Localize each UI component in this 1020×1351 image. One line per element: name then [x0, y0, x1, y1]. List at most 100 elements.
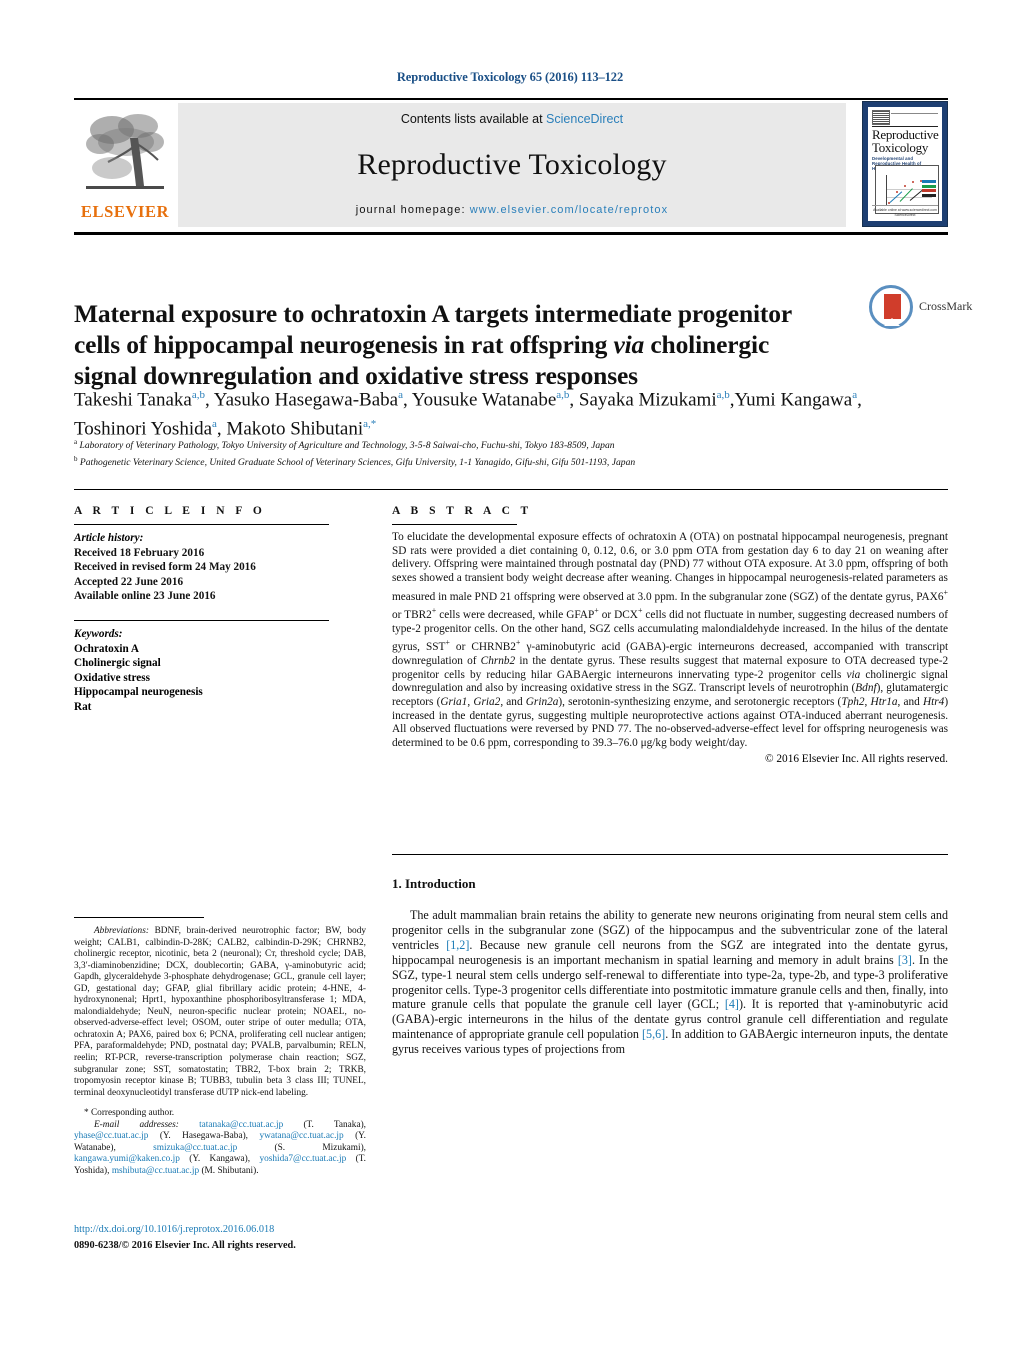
email-link[interactable]: tatanaka@cc.tuat.ac.jp	[199, 1120, 283, 1130]
title-via-italic: via	[613, 330, 645, 360]
abstract-italic-term: Htr1a	[870, 696, 898, 709]
abstract-superscript: +	[445, 638, 450, 648]
article-info-heading: A R T I C L E I N F O	[74, 505, 266, 517]
email-link[interactable]: yhase@cc.tuat.ac.jp	[74, 1131, 148, 1141]
cover-inner: Reproductive Toxicology Developmental an…	[868, 107, 942, 221]
author-affiliation-marker: a,b	[716, 389, 730, 401]
article-history-item: Received in revised form 24 May 2016	[74, 561, 256, 574]
citation-link[interactable]: [1,2]	[446, 938, 469, 952]
sciencedirect-link[interactable]: ScienceDirect	[546, 112, 623, 126]
author-affiliation-marker: a	[212, 418, 217, 431]
title-line-1: Maternal exposure to ochratoxin A target…	[74, 299, 793, 329]
article-history-item: Available online 23 June 2016	[74, 590, 216, 603]
article-history-label: Article history:	[74, 532, 144, 544]
article-history-item: Accepted 22 June 2016	[74, 575, 184, 588]
author-affiliation-marker: a	[398, 389, 403, 401]
abstract-italic-term: Tph2	[841, 696, 865, 709]
article-info-rule	[74, 524, 329, 525]
author-list: Takeshi Tanakaa,b, Yasuko Hasegawa-Babaa…	[74, 389, 862, 440]
page-title: Maternal exposure to ochratoxin A target…	[74, 298, 834, 391]
email-addresses-label: E-mail addresses:	[94, 1119, 179, 1130]
cover-top-line	[891, 113, 938, 114]
email-person: (Y. Hasegawa-Baba),	[148, 1131, 249, 1142]
abstract-italic-term: via	[846, 668, 861, 681]
doi-link[interactable]: http://dx.doi.org/10.1016/j.reprotox.201…	[74, 1224, 274, 1235]
abstract-superscript: +	[943, 587, 948, 597]
abbreviations-text: BDNF, brain-derived neurotrophic factor;…	[74, 926, 366, 1098]
homepage-url-link[interactable]: www.elsevier.com/locate/reprotox	[470, 204, 668, 216]
title-line-2a: cells of hippocampal neurogenesis in rat…	[74, 330, 614, 360]
elsevier-tree-icon	[86, 114, 164, 189]
abstract-superscript: +	[637, 606, 643, 616]
author-affiliation-marker: a,b	[556, 389, 570, 401]
author-name: Sayaka Mizukami	[578, 389, 717, 411]
email-link[interactable]: mshibuta@cc.tuat.ac.jp	[112, 1166, 199, 1176]
email-person: (S. Mizukami),	[237, 1142, 367, 1153]
keyword-item: Ochratoxin A	[74, 642, 139, 655]
affiliation-item: b Pathogenetic Veterinary Science, Unite…	[74, 454, 636, 468]
author-name: Takeshi Tanaka	[74, 389, 192, 411]
cover-figure-legend	[922, 180, 936, 198]
citation-link[interactable]: [4]	[725, 997, 739, 1011]
citation-link[interactable]: [5,6]	[642, 1027, 665, 1041]
title-line-2b: cholinergic	[644, 330, 770, 360]
email-link[interactable]: ywatana@cc.tuat.ac.jp	[259, 1131, 343, 1141]
email-person: (T. Tanaka),	[283, 1119, 366, 1130]
abstract-superscript: +	[594, 606, 599, 616]
keyword-item: Hippocampal neurogenesis	[74, 686, 203, 699]
journal-cover-thumbnail: Reproductive Toxicology Developmental an…	[862, 101, 948, 227]
article-info-column: A R T I C L E I N F O Article history: R…	[74, 505, 364, 715]
keyword-item: Rat	[74, 700, 92, 713]
author-affiliation-marker: a,*	[363, 418, 377, 431]
keywords-label: Keywords:	[74, 627, 123, 640]
affiliation-marker: b	[74, 454, 78, 463]
journal-homepage-line: journal homepage: www.elsevier.com/locat…	[178, 204, 846, 216]
abstract-column: A B S T R A C T To elucidate the develop…	[392, 505, 948, 765]
abstract-bottom-rule	[392, 854, 948, 855]
journal-title: Reproductive Toxicology	[357, 148, 667, 181]
email-person: (Y. Kangawa),	[179, 1154, 251, 1165]
crossmark-label: CrossMark	[919, 299, 973, 313]
keywords-rule	[74, 619, 329, 621]
homepage-label: journal homepage:	[355, 204, 470, 216]
abstract-italic-term: Chrnb2	[480, 654, 516, 667]
abstract-rule	[392, 524, 517, 525]
info-top-rule	[74, 489, 948, 490]
abstract-heading: A B S T R A C T	[392, 505, 533, 517]
author-name: Yasuko Hasegawa-Baba	[213, 389, 399, 411]
email-addresses-block: E-mail addresses: tatanaka@cc.tuat.ac.jp…	[74, 1120, 366, 1178]
contents-line: Contents lists available at ScienceDirec…	[178, 112, 846, 126]
keyword-item: Oxidative stress	[74, 671, 150, 684]
abstract-italic-term: Grin2a	[525, 696, 559, 709]
abbreviations-label: Abbreviations:	[94, 926, 149, 936]
abstract-italic-term: Gria2	[473, 696, 501, 709]
corresponding-author-note: * Corresponding author.	[84, 1108, 175, 1119]
contents-prefix: Contents lists available at	[400, 112, 547, 126]
running-head: Reproductive Toxicology 65 (2016) 113–12…	[396, 70, 624, 84]
footnote-block: Abbreviations: BDNF, brain-derived neuro…	[74, 926, 366, 1177]
cover-footer: Available online at www.sciencedirect.co…	[872, 205, 938, 217]
footnote-rule	[74, 917, 204, 918]
abbreviations-paragraph: Abbreviations: BDNF, brain-derived neuro…	[74, 926, 366, 1099]
header-rule-bottom	[74, 232, 948, 235]
journal-article-page: Reproductive Toxicology 65 (2016) 113–12…	[0, 0, 1020, 1351]
elsevier-logo: ELSEVIER	[78, 104, 172, 226]
keyword-item: Cholinergic signal	[74, 657, 161, 670]
email-link[interactable]: yoshida7@cc.tuat.ac.jp	[259, 1154, 346, 1164]
affiliation-item: a Laboratory of Veterinary Pathology, To…	[74, 438, 615, 452]
cover-elsevier-icon	[872, 110, 890, 125]
crossmark-icon	[869, 285, 913, 329]
citation-link[interactable]: [3]	[898, 953, 912, 967]
abstract-italic-term: Gria1	[440, 696, 468, 709]
article-history-list: Received 18 February 2016 Received in rev…	[74, 546, 364, 604]
abstract-text: To elucidate the developmental exposure …	[392, 531, 949, 750]
cover-title-line2: Toxicology	[872, 140, 929, 155]
email-link[interactable]: smizuka@cc.tuat.ac.jp	[153, 1143, 237, 1153]
affiliation-list: a Laboratory of Veterinary Pathology, To…	[74, 436, 874, 469]
introduction-body: The adult mammalian brain retains the ab…	[392, 908, 948, 1057]
author-name: Yousuke Watanabe	[411, 389, 557, 411]
email-link[interactable]: kangawa.yumi@kaken.co.jp	[74, 1154, 180, 1164]
author-affiliation-marker: a	[852, 389, 858, 401]
header-rule-top	[74, 98, 948, 100]
crossmark-badge[interactable]: CrossMark	[869, 285, 972, 331]
